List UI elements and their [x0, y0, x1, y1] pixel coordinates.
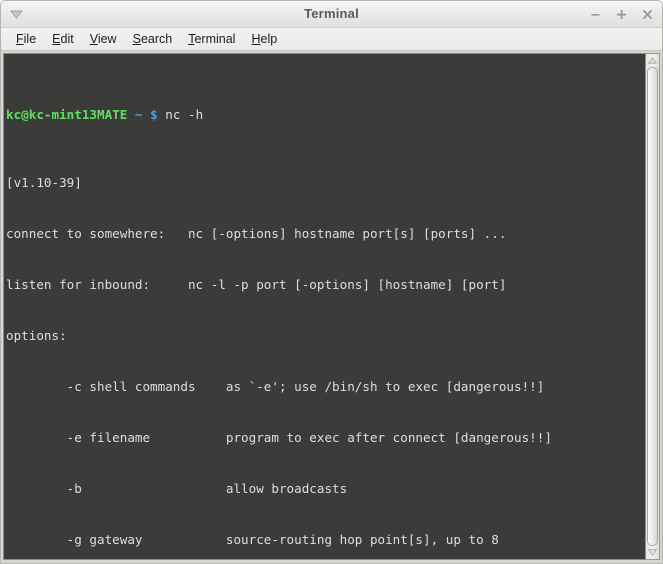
terminal-output: kc@kc-mint13MATE ~ $ nc -h [v1.10-39] co…: [6, 55, 645, 559]
output-line: -g gateway source-routing hop point[s], …: [6, 532, 499, 547]
output-line: -b allow broadcasts: [6, 481, 348, 496]
menu-item-file[interactable]: File: [9, 30, 43, 48]
output-line: options:: [6, 328, 67, 343]
typed-command: nc -h: [165, 107, 204, 122]
maximize-button[interactable]: [614, 7, 629, 22]
terminal-screen[interactable]: kc@kc-mint13MATE ~ $ nc -h [v1.10-39] co…: [3, 53, 645, 560]
window-controls: [588, 1, 655, 27]
menu-item-edit[interactable]: Edit: [45, 30, 81, 48]
terminal-window: Terminal File Edit View Search Terminal …: [0, 0, 663, 564]
scroll-up-arrow-icon[interactable]: [646, 54, 659, 67]
menu-item-terminal[interactable]: Terminal: [181, 30, 242, 48]
output-line: connect to somewhere: nc [-options] host…: [6, 226, 507, 241]
window-menu-chevron-down-icon[interactable]: [7, 6, 25, 22]
prompt-line-command: kc@kc-mint13MATE ~ $ nc -h: [6, 106, 645, 123]
output-line: -e filename program to exec after connec…: [6, 430, 552, 445]
title-bar[interactable]: Terminal: [1, 1, 662, 28]
window-title: Terminal: [304, 6, 359, 21]
scroll-down-arrow-icon[interactable]: [646, 546, 659, 559]
output-line: listen for inbound: nc -l -p port [-opti…: [6, 277, 507, 292]
output-line: -c shell commands as `-e'; use /bin/sh t…: [6, 379, 545, 394]
menu-item-help[interactable]: Help: [244, 30, 284, 48]
close-button[interactable]: [640, 7, 655, 22]
menu-item-view[interactable]: View: [83, 30, 124, 48]
scrollbar-track[interactable]: [646, 67, 659, 546]
menu-bar: File Edit View Search Terminal Help: [1, 28, 662, 51]
scrollbar-thumb[interactable]: [647, 67, 658, 546]
prompt-user-host: kc@kc-mint13MATE: [6, 107, 128, 122]
output-line: [v1.10-39]: [6, 175, 82, 190]
minimize-button[interactable]: [588, 7, 603, 22]
menu-item-search[interactable]: Search: [126, 30, 180, 48]
prompt-path: ~: [134, 107, 143, 122]
prompt-symbol: $: [150, 107, 158, 122]
terminal-area: kc@kc-mint13MATE ~ $ nc -h [v1.10-39] co…: [1, 51, 662, 563]
terminal-scrollbar[interactable]: [645, 53, 660, 560]
